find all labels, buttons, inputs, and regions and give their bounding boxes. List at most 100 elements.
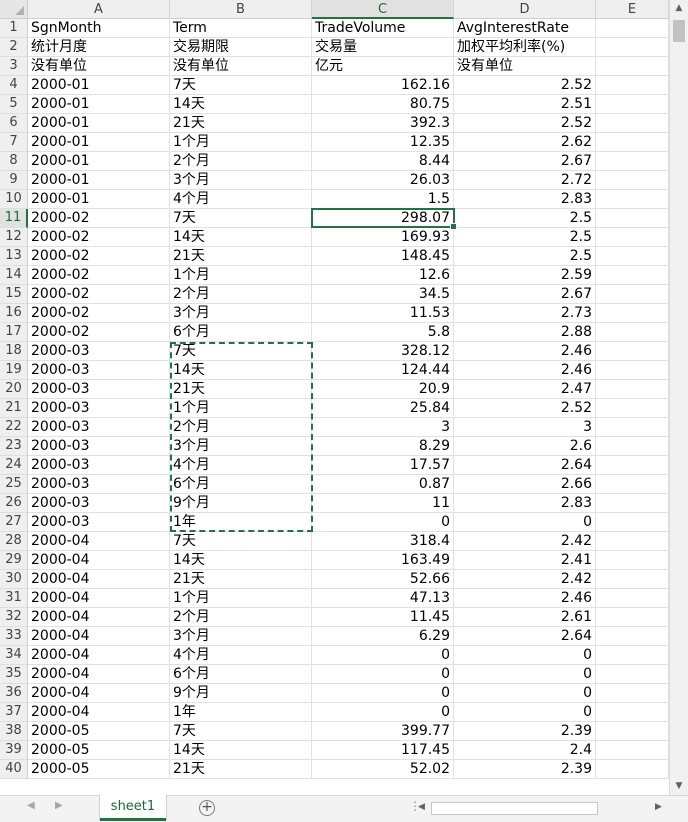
cell-a[interactable]: 2000-03 (28, 475, 170, 494)
row-header[interactable]: 25 (0, 475, 28, 494)
cell-a[interactable]: 2000-03 (28, 494, 170, 513)
cell-b[interactable]: 9个月 (170, 684, 312, 703)
cell-a[interactable]: 2000-04 (28, 532, 170, 551)
cell-a[interactable]: 2000-03 (28, 456, 170, 475)
cell-c[interactable]: 52.02 (312, 760, 454, 779)
cell-a[interactable]: 2000-01 (28, 133, 170, 152)
cell-c[interactable]: 20.9 (312, 380, 454, 399)
column-header-a[interactable]: A (28, 0, 170, 19)
row-header[interactable]: 10 (0, 190, 28, 209)
cell-b[interactable]: 9个月 (170, 494, 312, 513)
cell-a[interactable]: 2000-02 (28, 247, 170, 266)
row-header[interactable]: 40 (0, 760, 28, 779)
cell-e[interactable] (596, 589, 669, 608)
row-header[interactable]: 16 (0, 304, 28, 323)
cell-c[interactable]: TradeVolume (312, 19, 454, 38)
cell-c[interactable]: 12.6 (312, 266, 454, 285)
cell-c[interactable]: 162.16 (312, 76, 454, 95)
row-header[interactable]: 11 (0, 209, 28, 228)
cell-b[interactable]: 1个月 (170, 399, 312, 418)
cell-a[interactable]: 2000-04 (28, 646, 170, 665)
cell-c[interactable]: 52.66 (312, 570, 454, 589)
spreadsheet-grid[interactable]: A B C D E 1 SgnMonth Term TradeVolume AvgInt… (0, 0, 669, 779)
cell-a[interactable]: 2000-01 (28, 190, 170, 209)
cell-d[interactable]: 2.41 (454, 551, 596, 570)
cell-a[interactable]: 没有单位 (28, 57, 170, 76)
cell-c[interactable]: 298.07 (312, 209, 454, 228)
cell-e[interactable] (596, 627, 669, 646)
row-header[interactable]: 19 (0, 361, 28, 380)
cell-d[interactable]: 2.52 (454, 114, 596, 133)
row-header[interactable]: 24 (0, 456, 28, 475)
cell-d[interactable]: 2.72 (454, 171, 596, 190)
cell-d[interactable]: AvgInterestRate (454, 19, 596, 38)
cell-b[interactable]: 2个月 (170, 285, 312, 304)
cell-c[interactable]: 0 (312, 684, 454, 703)
cell-b[interactable]: 21天 (170, 114, 312, 133)
cell-e[interactable] (596, 380, 669, 399)
cell-d[interactable]: 2.39 (454, 760, 596, 779)
row-header[interactable]: 21 (0, 399, 28, 418)
cell-e[interactable] (596, 342, 669, 361)
cell-e[interactable] (596, 513, 669, 532)
cell-a[interactable]: 2000-03 (28, 437, 170, 456)
cell-a[interactable]: 2000-01 (28, 171, 170, 190)
column-header-e[interactable]: E (596, 0, 669, 19)
cell-e[interactable] (596, 494, 669, 513)
cell-e[interactable] (596, 646, 669, 665)
cell-e[interactable] (596, 19, 669, 38)
cell-b[interactable]: 6个月 (170, 665, 312, 684)
cell-b[interactable]: 21天 (170, 760, 312, 779)
cell-c[interactable]: 0.87 (312, 475, 454, 494)
cell-b[interactable]: 3个月 (170, 437, 312, 456)
cell-b[interactable]: 14天 (170, 741, 312, 760)
cell-a[interactable]: 2000-01 (28, 152, 170, 171)
cell-e[interactable] (596, 361, 669, 380)
cell-c[interactable]: 8.29 (312, 437, 454, 456)
cell-e[interactable] (596, 608, 669, 627)
cell-c[interactable]: 399.77 (312, 722, 454, 741)
cell-a[interactable]: 2000-04 (28, 551, 170, 570)
cell-b[interactable]: 1个月 (170, 133, 312, 152)
cell-e[interactable] (596, 456, 669, 475)
cell-a[interactable]: 2000-01 (28, 114, 170, 133)
row-header[interactable]: 38 (0, 722, 28, 741)
cell-e[interactable] (596, 760, 669, 779)
cell-c[interactable]: 124.44 (312, 361, 454, 380)
cell-b[interactable]: 6个月 (170, 323, 312, 342)
cell-a[interactable]: 2000-03 (28, 418, 170, 437)
horizontal-scroll-thumb[interactable] (431, 802, 598, 815)
column-header-c[interactable]: C (312, 0, 454, 19)
cell-c[interactable]: 0 (312, 513, 454, 532)
cell-c[interactable]: 亿元 (312, 57, 454, 76)
next-sheet-arrow-icon[interactable]: ▶ (55, 800, 63, 811)
row-header[interactable]: 28 (0, 532, 28, 551)
cell-c[interactable]: 11.45 (312, 608, 454, 627)
vertical-scrollbar[interactable]: ▲ ▼ (669, 0, 688, 795)
cell-b[interactable]: 2个月 (170, 152, 312, 171)
cell-e[interactable] (596, 570, 669, 589)
row-header[interactable]: 27 (0, 513, 28, 532)
cell-c[interactable]: 6.29 (312, 627, 454, 646)
add-sheet-plus-icon[interactable]: + (199, 800, 215, 816)
cell-a[interactable]: 2000-05 (28, 741, 170, 760)
cell-d[interactable]: 2.46 (454, 342, 596, 361)
cell-c[interactable]: 11.53 (312, 304, 454, 323)
row-header[interactable]: 3 (0, 57, 28, 76)
cell-e[interactable] (596, 665, 669, 684)
cell-d[interactable]: 2.83 (454, 190, 596, 209)
cell-d[interactable]: 2.88 (454, 323, 596, 342)
row-header[interactable]: 22 (0, 418, 28, 437)
cell-e[interactable] (596, 475, 669, 494)
cell-e[interactable] (596, 551, 669, 570)
cell-c[interactable]: 163.49 (312, 551, 454, 570)
cell-a[interactable]: 2000-01 (28, 76, 170, 95)
cell-d[interactable]: 2.64 (454, 456, 596, 475)
row-header[interactable]: 20 (0, 380, 28, 399)
scroll-down-arrow-icon[interactable]: ▼ (670, 778, 688, 795)
cell-e[interactable] (596, 152, 669, 171)
cell-e[interactable] (596, 171, 669, 190)
column-header-b[interactable]: B (170, 0, 312, 19)
prev-sheet-arrow-icon[interactable]: ◀ (27, 800, 35, 811)
row-header[interactable]: 8 (0, 152, 28, 171)
